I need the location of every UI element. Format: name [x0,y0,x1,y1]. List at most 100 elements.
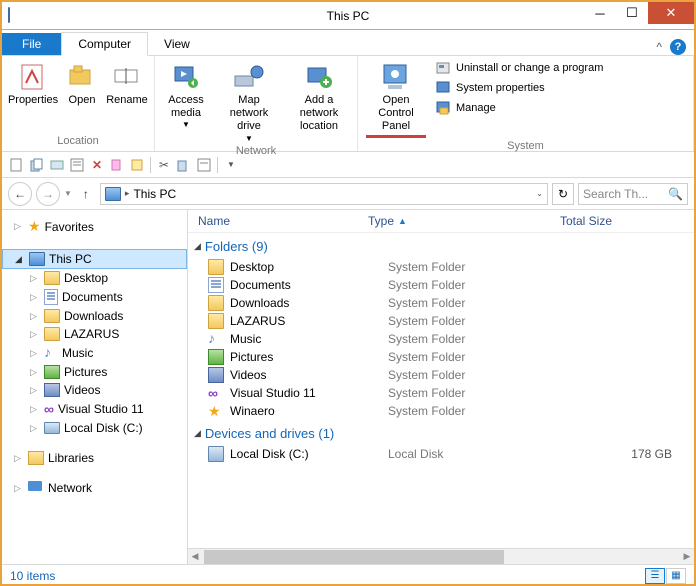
folder-icon [44,309,60,323]
navigation-pane[interactable]: ▷ ★ Favorites ◢ This PC ▷Desktop ▷Docume… [2,210,188,564]
qat-icon-9[interactable] [175,156,193,174]
manage-button[interactable]: Manage [432,98,607,118]
qat-copy-icon[interactable] [28,156,46,174]
horizontal-scrollbar[interactable]: ◀ ▶ [188,548,694,564]
list-item[interactable]: Local Disk (C:)Local Disk178 GB [188,445,694,463]
ribbon-collapse-icon[interactable]: ^ [656,40,662,54]
qat-new-icon[interactable] [8,156,26,174]
tree-desktop[interactable]: ▷Desktop [2,269,187,287]
tree-localdisk[interactable]: ▷Local Disk (C:) [2,419,187,437]
vs-icon: ∞ [208,385,224,401]
group-location-label: Location [6,135,150,149]
back-button[interactable]: ← [8,182,32,206]
tab-computer[interactable]: Computer [61,32,148,56]
qat-icon-6[interactable] [108,156,126,174]
qat-icon-7[interactable] [128,156,146,174]
open-button[interactable]: Open [62,58,102,109]
list-item[interactable]: DownloadsSystem Folder [188,294,694,312]
list-item[interactable]: LAZARUSSystem Folder [188,312,694,330]
titlebar: This PC ─ ☐ ✕ [2,2,694,30]
qat-delete-icon[interactable]: ✕ [88,156,106,174]
group-folders[interactable]: ◢ Folders (9) [188,233,694,258]
favorites-icon: ★ [28,218,41,235]
open-icon [66,60,98,92]
list-item[interactable]: ∞Visual Studio 11System Folder [188,384,694,402]
list-item[interactable]: VideosSystem Folder [188,366,694,384]
tree-videos[interactable]: ▷Videos [2,381,187,399]
col-size[interactable]: Total Size [560,214,686,228]
tree-this-pc[interactable]: ◢ This PC [2,249,187,269]
network-icon [28,481,44,495]
address-dropdown-icon[interactable]: ⌄ [536,189,543,198]
search-input[interactable]: Search Th... 🔍 [578,183,688,205]
close-button[interactable]: ✕ [648,2,694,24]
uninstall-button[interactable]: Uninstall or change a program [432,58,607,78]
list-item[interactable]: ♪MusicSystem Folder [188,330,694,348]
vs-icon: ∞ [44,401,54,417]
folder-icon [208,313,224,329]
list-item[interactable]: DocumentsSystem Folder [188,276,694,294]
uninstall-icon [436,60,452,76]
tree-music[interactable]: ▷♪Music [2,343,187,363]
videos-icon [208,367,224,383]
pc-icon [29,252,45,266]
tree-downloads[interactable]: ▷Downloads [2,307,187,325]
map-drive-button[interactable]: Map network drive▼ [215,58,283,145]
expand-icon[interactable]: ▷ [14,221,24,232]
list-item[interactable]: DesktopSystem Folder [188,258,694,276]
qat-icon-10[interactable] [195,156,213,174]
tree-lazarus[interactable]: ▷LAZARUS [2,325,187,343]
disk-icon [208,446,224,462]
icons-view-button[interactable]: ▦ [666,568,686,584]
open-control-panel-button[interactable]: Open Control Panel [362,58,430,140]
up-button[interactable]: ↑ [76,184,96,204]
system-properties-button[interactable]: System properties [432,78,607,98]
pictures-icon [44,365,60,379]
qat-cut-icon[interactable]: ✂ [155,156,173,174]
tab-file[interactable]: File [2,33,61,55]
tree-favorites[interactable]: ▷ ★ Favorites [2,216,187,237]
history-dropdown-icon[interactable]: ▼ [64,189,72,198]
search-icon: 🔍 [668,187,683,201]
videos-icon [44,383,60,397]
help-icon[interactable]: ? [670,39,686,55]
collapse-icon[interactable]: ◢ [194,428,201,439]
tree-vs[interactable]: ▷∞Visual Studio 11 [2,399,187,419]
group-devices[interactable]: ◢ Devices and drives (1) [188,420,694,445]
col-type[interactable]: Type▲ [368,214,560,228]
tree-network[interactable]: ▷Network [2,479,187,497]
list-item[interactable]: PicturesSystem Folder [188,348,694,366]
folder-icon [44,271,60,285]
qat-icon-4[interactable] [68,156,86,174]
chevron-right-icon[interactable]: ▸ [125,188,130,199]
access-media-button[interactable]: Access media▼ [159,58,213,132]
properties-button[interactable]: Properties [6,58,60,109]
maximize-button[interactable]: ☐ [616,2,648,24]
window-icon [8,8,10,22]
refresh-button[interactable]: ↻ [552,183,574,205]
ribbon: Properties Open Rename Location Access m… [2,56,694,152]
control-panel-icon [380,60,412,92]
tree-documents[interactable]: ▷Documents [2,287,187,307]
qat-dropdown-icon[interactable]: ▼ [222,156,240,174]
tree-libraries[interactable]: ▷Libraries [2,449,187,467]
list-item[interactable]: ★WinaeroSystem Folder [188,402,694,420]
col-name[interactable]: Name [198,214,368,228]
breadcrumb[interactable]: This PC [133,187,176,201]
documents-icon [44,289,58,305]
qat-icon-3[interactable] [48,156,66,174]
tree-pictures[interactable]: ▷Pictures [2,363,187,381]
collapse-icon[interactable]: ◢ [194,241,201,252]
star-icon: ★ [208,403,224,419]
rename-icon [111,60,143,92]
add-location-button[interactable]: Add a network location [285,58,353,136]
details-view-button[interactable]: ☰ [645,568,665,584]
tab-view[interactable]: View [148,33,206,55]
rename-button[interactable]: Rename [104,58,150,109]
sort-asc-icon: ▲ [398,216,407,226]
minimize-button[interactable]: ─ [584,2,616,24]
forward-button[interactable]: → [36,182,60,206]
properties-icon [17,60,49,92]
address-field[interactable]: ▸ This PC ⌄ [100,183,548,205]
collapse-icon[interactable]: ◢ [15,254,25,265]
